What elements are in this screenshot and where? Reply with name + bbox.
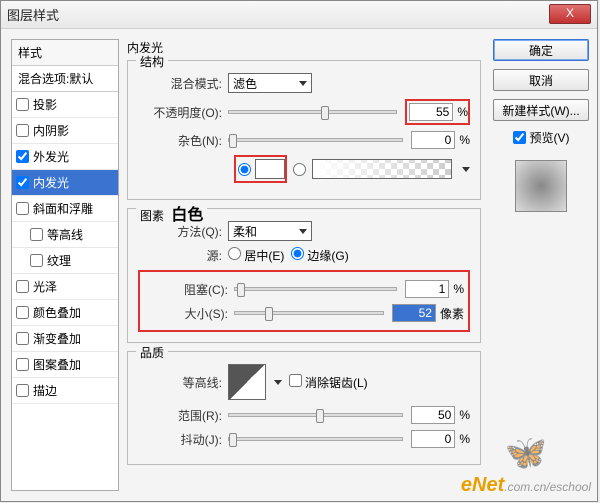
choke-input[interactable] — [405, 280, 449, 298]
checkbox-contour[interactable] — [30, 228, 43, 241]
sidebar-item-inner-shadow[interactable]: 内阴影 — [12, 118, 118, 144]
checkbox-texture[interactable] — [30, 254, 43, 267]
watermark: eNet.com.cn/eschool — [461, 474, 591, 497]
noise-input[interactable] — [411, 131, 455, 149]
blend-mode-combo[interactable]: 滤色 — [228, 73, 312, 93]
blend-options-item[interactable]: 混合选项:默认 — [12, 66, 118, 92]
source-label: 源: — [138, 247, 222, 264]
checkbox-bevel[interactable] — [16, 202, 29, 215]
checkbox-inner-glow[interactable] — [16, 176, 29, 189]
size-label: 大小(S): — [144, 305, 228, 322]
checkbox-drop-shadow[interactable] — [16, 98, 29, 111]
elements-title: 图素 白色 — [136, 201, 207, 225]
sidebar-item-stroke[interactable]: 描边 — [12, 378, 118, 404]
checkbox-outer-glow[interactable] — [16, 150, 29, 163]
method-combo[interactable]: 柔和 — [228, 221, 312, 241]
panel-title: 内发光 — [127, 39, 481, 56]
sidebar-item-texture[interactable]: 纹理 — [12, 248, 118, 274]
close-button[interactable]: X — [549, 4, 591, 24]
color-radio[interactable] — [238, 163, 251, 176]
blend-mode-label: 混合模式: — [138, 75, 222, 92]
choke-size-highlight: 阻塞(C): % 大小(S): 像素 — [138, 270, 470, 332]
opacity-input[interactable] — [409, 103, 453, 121]
sidebar-item-satin[interactable]: 光泽 — [12, 274, 118, 300]
sidebar-item-outer-glow[interactable]: 外发光 — [12, 144, 118, 170]
checkbox-satin[interactable] — [16, 280, 29, 293]
choke-slider[interactable] — [234, 287, 397, 291]
opacity-highlight: % — [405, 99, 470, 125]
sidebar-item-contour[interactable]: 等高线 — [12, 222, 118, 248]
source-center-radio[interactable]: 居中(E) — [228, 247, 284, 264]
method-label: 方法(Q): — [138, 223, 222, 240]
sidebar-header: 样式 — [12, 40, 118, 66]
quality-group: 品质 等高线: 消除锯齿(L) 范围(R): % 抖动(J): % — [127, 351, 481, 465]
preview-check[interactable]: 预览(V) — [493, 129, 589, 146]
range-input[interactable] — [411, 406, 455, 424]
sidebar-item-drop-shadow[interactable]: 投影 — [12, 92, 118, 118]
structure-title: 结构 — [136, 53, 168, 70]
ok-button[interactable]: 确定 — [493, 39, 589, 61]
sidebar-item-gradient-overlay[interactable]: 渐变叠加 — [12, 326, 118, 352]
styles-sidebar: 样式 混合选项:默认 投影 内阴影 外发光 内发光 斜面和浮雕 等高线 纹理 光… — [11, 39, 119, 491]
checkbox-pattern-overlay[interactable] — [16, 358, 29, 371]
range-slider[interactable] — [228, 413, 403, 417]
opacity-slider[interactable] — [228, 110, 397, 114]
range-label: 范围(R): — [138, 407, 222, 424]
main-panel: 内发光 结构 混合模式: 滤色 不透明度(O): % 杂色(N): — [119, 39, 489, 491]
sidebar-item-pattern-overlay[interactable]: 图案叠加 — [12, 352, 118, 378]
chevron-down-icon — [299, 229, 307, 234]
sidebar-item-bevel[interactable]: 斜面和浮雕 — [12, 196, 118, 222]
new-style-button[interactable]: 新建样式(W)... — [493, 99, 589, 121]
source-edge-radio[interactable]: 边缘(G) — [291, 247, 349, 264]
chevron-down-icon[interactable] — [462, 167, 470, 172]
structure-group: 结构 混合模式: 滤色 不透明度(O): % 杂色(N): — [127, 60, 481, 200]
jitter-label: 抖动(J): — [138, 431, 222, 448]
jitter-input[interactable] — [411, 430, 455, 448]
elements-group: 图素 白色 方法(Q): 柔和 源: 居中(E) 边缘(G) 阻塞(C): % — [127, 208, 481, 343]
butterfly-icon: 🦋 — [505, 433, 547, 473]
cancel-button[interactable]: 取消 — [493, 69, 589, 91]
quality-title: 品质 — [136, 344, 168, 361]
sidebar-item-inner-glow[interactable]: 内发光 — [12, 170, 118, 196]
noise-label: 杂色(N): — [138, 132, 222, 149]
contour-label: 等高线: — [138, 374, 222, 391]
color-highlight — [234, 155, 287, 183]
anti-alias-check[interactable]: 消除锯齿(L) — [289, 374, 368, 391]
color-swatch[interactable] — [255, 159, 285, 179]
size-input[interactable] — [392, 304, 436, 322]
size-slider[interactable] — [234, 311, 384, 315]
titlebar: 图层样式 X — [1, 1, 597, 29]
chevron-down-icon[interactable] — [274, 380, 282, 385]
checkbox-color-overlay[interactable] — [16, 306, 29, 319]
checkbox-stroke[interactable] — [16, 384, 29, 397]
chevron-down-icon — [299, 81, 307, 86]
gradient-preview[interactable] — [312, 159, 452, 179]
contour-picker[interactable] — [228, 364, 266, 400]
checkbox-inner-shadow[interactable] — [16, 124, 29, 137]
opacity-label: 不透明度(O): — [138, 104, 222, 121]
choke-label: 阻塞(C): — [144, 281, 228, 298]
window-title: 图层样式 — [7, 5, 59, 24]
gradient-radio[interactable] — [293, 163, 306, 176]
jitter-slider[interactable] — [228, 437, 403, 441]
sidebar-item-color-overlay[interactable]: 颜色叠加 — [12, 300, 118, 326]
checkbox-gradient-overlay[interactable] — [16, 332, 29, 345]
right-column: 确定 取消 新建样式(W)... 预览(V) — [489, 39, 589, 491]
preview-swatch — [515, 160, 567, 212]
noise-slider[interactable] — [228, 138, 403, 142]
